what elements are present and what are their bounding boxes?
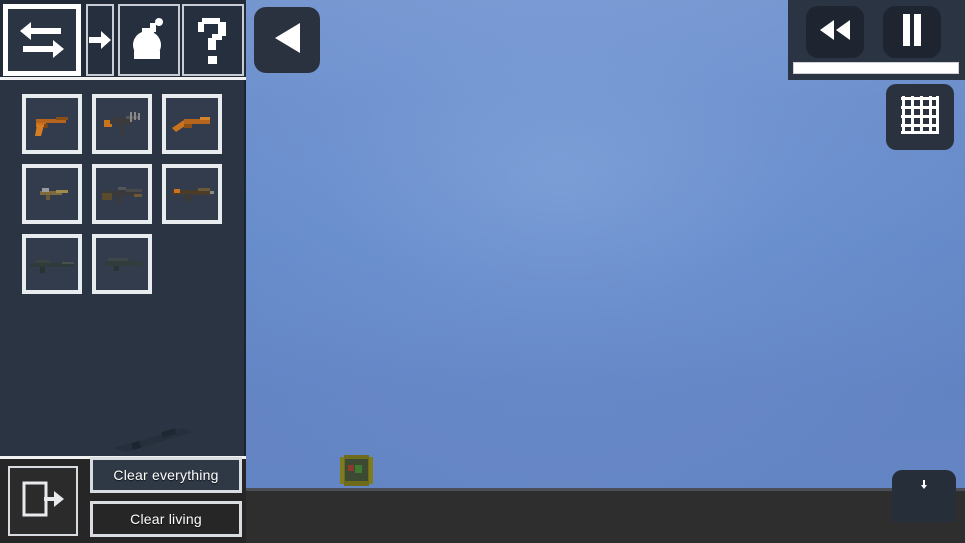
speed-slider[interactable]: [793, 62, 959, 74]
machine-pistol-sprite: [26, 168, 78, 220]
weapon-slot-ak-rifle[interactable]: [162, 164, 222, 224]
ak-rifle-sprite: [166, 168, 218, 220]
swap-icon: [17, 18, 67, 62]
sniper-rifle-sprite: [26, 238, 78, 290]
save-button[interactable]: [892, 470, 956, 522]
weapon-slot-battle-rifle[interactable]: [92, 234, 152, 294]
toolbar-item-next[interactable]: [86, 4, 114, 76]
weapon-slot-sniper-rifle[interactable]: [22, 234, 82, 294]
pause-button[interactable]: [883, 6, 941, 58]
assault-rifle-sprite: [96, 168, 148, 220]
crate-detail-red: [348, 465, 354, 471]
weapon-slot-assault-rifle[interactable]: [92, 164, 152, 224]
weapon-slot-smg[interactable]: [92, 94, 152, 154]
weapon-slot-pistol[interactable]: [22, 94, 82, 154]
pause-icon: [900, 13, 924, 52]
left-sidebar: Clear everything Clear living: [0, 0, 246, 543]
arrow-right-icon: [89, 29, 111, 51]
exit-icon: [20, 478, 66, 525]
grid-icon: [899, 94, 941, 141]
dragged-weapon-sprite[interactable]: [110, 424, 202, 454]
toolbar-item-swap[interactable]: [3, 4, 81, 76]
download-icon: [918, 478, 930, 496]
clear-living-label: Clear living: [130, 511, 202, 527]
toolbar-item-help[interactable]: [182, 4, 244, 76]
grenade-icon: [128, 17, 170, 63]
question-mark-icon: [196, 16, 230, 64]
world-object-crate[interactable]: [340, 455, 373, 486]
rewind-button[interactable]: [806, 6, 864, 58]
weapon-slot-sawed-off[interactable]: [162, 94, 222, 154]
rewind-icon: [818, 18, 852, 47]
app-root: Clear everything Clear living: [0, 0, 965, 543]
toolbar-item-grenades[interactable]: [118, 4, 180, 76]
weapon-slot-machine-pistol[interactable]: [22, 164, 82, 224]
collapse-panel-button[interactable]: [254, 7, 320, 73]
sidebar-toolbar: [0, 0, 246, 80]
exit-button[interactable]: [8, 466, 78, 536]
weapon-slot-grid: [0, 88, 246, 308]
clear-living-button[interactable]: Clear living: [90, 501, 242, 537]
clear-everything-label: Clear everything: [113, 467, 219, 483]
sawed-off-sprite: [166, 98, 218, 150]
battle-rifle-sprite: [96, 238, 148, 290]
grid-toggle-button[interactable]: [886, 84, 954, 150]
collapse-panel-icon: [270, 20, 304, 61]
smg-sprite: [96, 98, 148, 150]
playback-controls: [788, 0, 965, 80]
pistol-sprite: [26, 98, 78, 150]
crate-detail-green: [355, 465, 362, 473]
clear-everything-button[interactable]: Clear everything: [90, 457, 242, 493]
